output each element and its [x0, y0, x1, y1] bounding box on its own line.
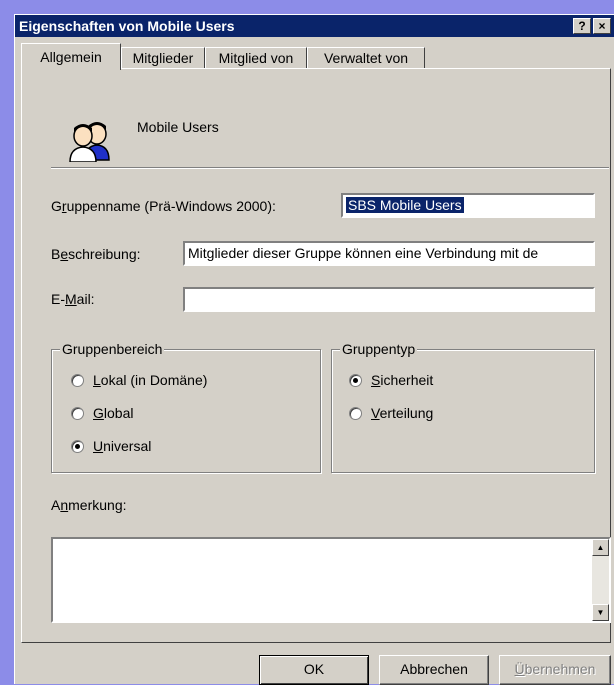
cancel-button[interactable]: Abbrechen	[379, 655, 489, 685]
groupname-label: Gruppenname (Prä-Windows 2000):	[51, 198, 276, 214]
properties-dialog: Eigenschaften von Mobile Users ? × Allge…	[14, 14, 614, 685]
title-bar[interactable]: Eigenschaften von Mobile Users ? ×	[15, 15, 614, 37]
notes-textarea[interactable]: ▲ ▼	[51, 537, 611, 623]
radio-checked-icon	[71, 440, 84, 453]
window-title: Eigenschaften von Mobile Users	[19, 18, 235, 34]
close-button[interactable]: ×	[593, 18, 611, 34]
group-scope-legend: Gruppenbereich	[60, 341, 165, 357]
tab-mitglied-von[interactable]: Mitglied von	[205, 47, 307, 69]
scope-global-radio[interactable]: Global	[71, 405, 133, 421]
groupname-input[interactable]: SBS Mobile Users	[341, 193, 595, 218]
tab-verwaltet-von[interactable]: Verwaltet von	[307, 47, 425, 69]
scope-universal-radio[interactable]: Universal	[71, 438, 151, 454]
group-users-icon	[69, 122, 110, 162]
radio-checked-icon	[349, 374, 362, 387]
scroll-up-icon[interactable]: ▲	[592, 539, 609, 556]
notes-scrollbar[interactable]: ▲ ▼	[592, 539, 609, 621]
help-button[interactable]: ?	[573, 18, 591, 34]
group-name-heading: Mobile Users	[137, 119, 219, 135]
tab-mitglieder[interactable]: Mitglieder	[121, 47, 205, 69]
email-label: E-Mail:	[51, 291, 95, 307]
email-input[interactable]	[183, 287, 595, 312]
radio-icon	[349, 407, 362, 420]
separator	[51, 167, 609, 169]
tab-allgemein[interactable]: Allgemein	[21, 43, 121, 70]
scope-local-radio[interactable]: Lokal (in Domäne)	[71, 372, 207, 388]
notes-label: Anmerkung:	[51, 497, 127, 513]
type-distribution-radio[interactable]: Verteilung	[349, 405, 433, 421]
description-input[interactable]: Mitglieder dieser Gruppe können eine Ver…	[183, 241, 595, 266]
radio-icon	[71, 407, 84, 420]
description-label: Beschreibung:	[51, 246, 141, 262]
scroll-down-icon[interactable]: ▼	[592, 604, 609, 621]
group-type-legend: Gruppentyp	[340, 341, 418, 357]
apply-button[interactable]: Übernehmen	[499, 655, 611, 685]
tab-strip: Allgemein Mitglieder Mitglied von Verwal…	[15, 43, 614, 70]
radio-icon	[71, 374, 84, 387]
type-security-radio[interactable]: Sicherheit	[349, 372, 433, 388]
ok-button[interactable]: OK	[259, 655, 369, 685]
